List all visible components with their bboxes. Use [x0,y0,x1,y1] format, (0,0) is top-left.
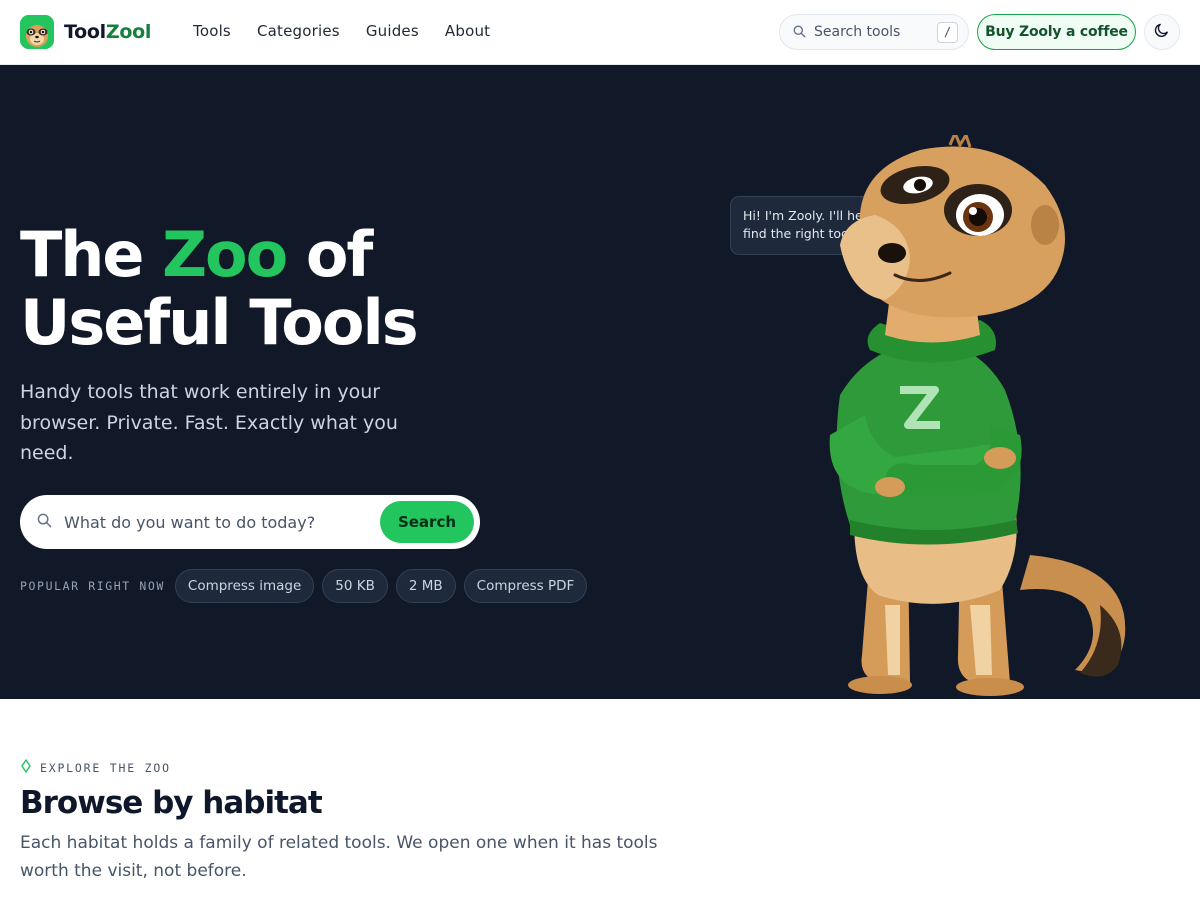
hero-title-line2: Useful Tools [20,286,419,359]
brand-logo[interactable]: ToolZool [20,15,151,49]
main-nav: Tools Categories Guides About [193,22,490,40]
hero-subtitle: Handy tools that work entirely in your b… [20,381,398,464]
search-icon [793,23,806,42]
theme-toggle-button[interactable] [1144,14,1180,50]
brand-name-part2: Zool [105,21,152,43]
header-search-input[interactable] [814,24,934,40]
hero-title-zoo: Zoo [162,218,288,291]
nav-link-about[interactable]: About [445,22,490,40]
nav-link-categories[interactable]: Categories [257,22,340,40]
explore-eyebrow: EXPLORE THE ZOO [20,758,171,777]
hero-search-button[interactable]: Search [380,501,474,543]
hero-title: The Zoo of Useful Tools [20,218,419,359]
explore-description: Each habitat holds a family of related t… [20,833,658,881]
brand-name-part1: Tool [64,21,106,43]
brand-name: ToolZool [64,21,151,43]
nav-link-tools[interactable]: Tools [193,22,231,40]
popular-tools-row: POPULAR RIGHT NOW Compress image 50 KB 2… [20,569,595,603]
popular-chip-compress-image[interactable]: Compress image [174,569,315,603]
meerkat-mascot-illustration [829,135,1126,696]
meerkat-logo-icon [20,15,54,49]
hero-search-box: Search [20,495,480,549]
popular-label: POPULAR RIGHT NOW [20,579,165,593]
popular-chip-50kb[interactable]: 50 KB [322,569,388,603]
hero-section: The Zoo of Useful Tools Handy tools that… [0,65,1200,699]
search-shortcut-key: / [937,21,958,43]
popular-chip-2mb[interactable]: 2 MB [395,569,456,603]
hero-title-the: The [20,218,144,291]
popular-chip-compress-pdf[interactable]: Compress PDF [463,569,588,603]
hero-search-input[interactable] [64,512,364,532]
hero-title-of: of [305,218,374,291]
explore-eyebrow-text: EXPLORE THE ZOO [40,760,171,775]
diamond-icon [20,758,32,777]
nav-link-guides[interactable]: Guides [366,22,419,40]
buy-coffee-button[interactable]: Buy Zooly a coffee [977,14,1136,50]
search-icon [37,513,52,532]
moon-icon [1154,22,1170,42]
site-header: ToolZool Tools Categories Guides About /… [0,0,1200,65]
explore-title: Browse by habitat [20,785,323,821]
header-search-box: / [779,14,969,50]
